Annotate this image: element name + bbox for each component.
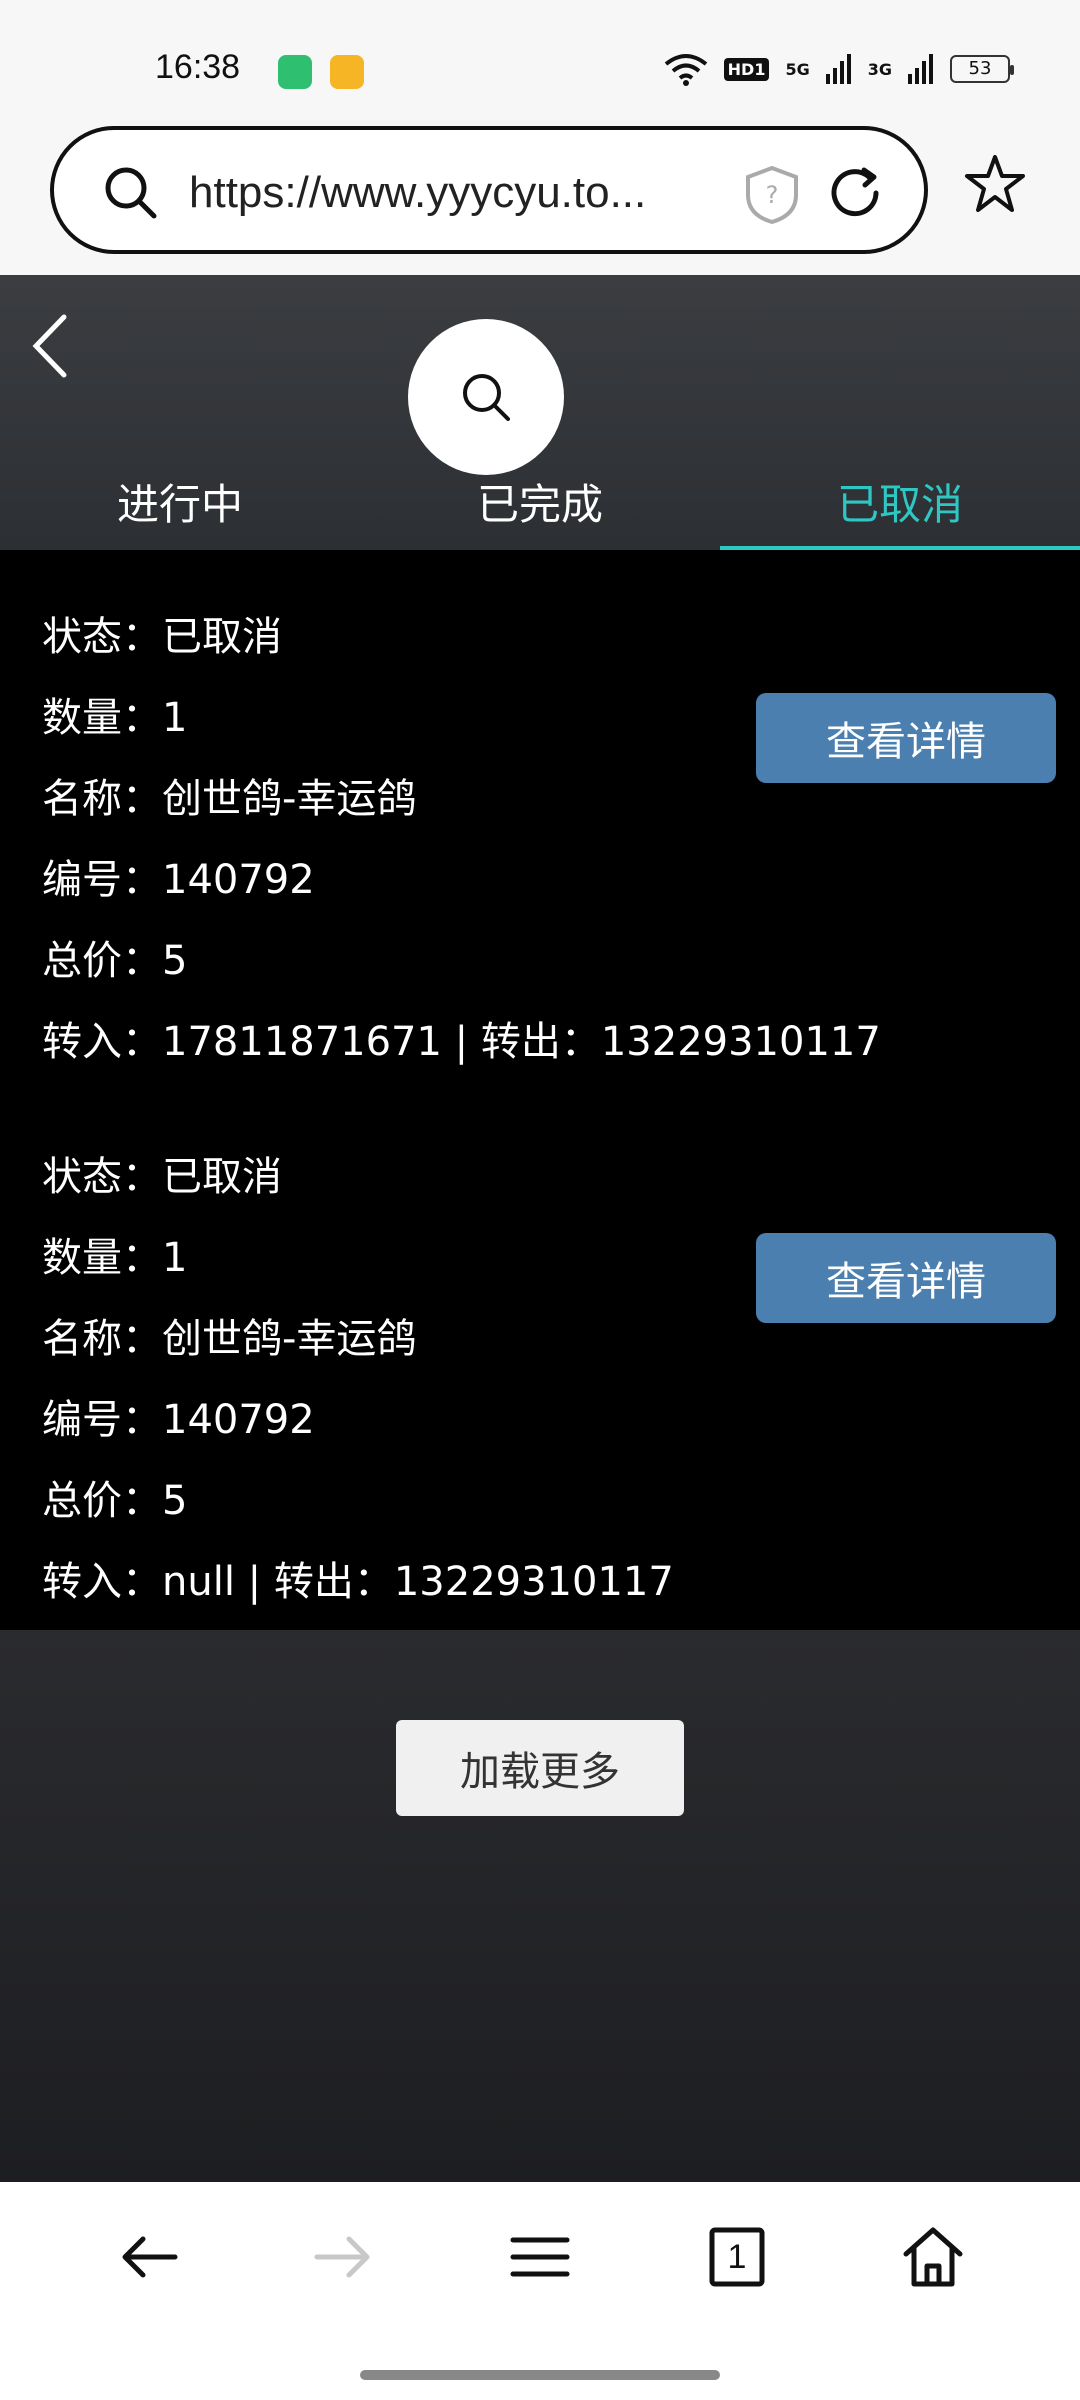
hd-badge: HD1 <box>723 57 770 81</box>
id-row: 编号：140792 <box>42 1397 315 1443</box>
view-details-button[interactable]: 查看详情 <box>756 693 1056 783</box>
back-arrow-icon[interactable] <box>115 2222 185 2292</box>
quantity-value: 1 <box>162 695 188 741</box>
shield-icon[interactable]: ? <box>744 165 800 225</box>
transfer-out-value: 13229310117 <box>600 1019 881 1065</box>
address-bar[interactable]: https://www.yyycyu.to... ? <box>50 126 928 254</box>
order-list: 状态：已取消 数量：1 名称：创世鸽-幸运鸽 编号：140792 总价：5 转入… <box>0 550 1080 1630</box>
id-row: 编号：140792 <box>42 857 315 903</box>
order-tabs: 进行中 已完成 已取消 <box>0 465 1080 550</box>
transfer-row: 转入：null | 转出：13229310117 <box>42 1559 674 1605</box>
search-icon <box>463 374 510 421</box>
svg-text:?: ? <box>766 181 779 209</box>
total-value: 5 <box>162 938 188 984</box>
signal-5g: 5G <box>785 59 810 79</box>
phone-app-icon <box>278 55 312 89</box>
status-value: 已取消 <box>162 1154 282 1200</box>
status-row: 状态：已取消 <box>42 1154 282 1200</box>
name-value: 创世鸽-幸运鸽 <box>162 1316 417 1362</box>
search-button[interactable] <box>408 319 564 475</box>
forward-arrow-icon[interactable] <box>307 2222 377 2292</box>
total-value: 5 <box>162 1478 188 1524</box>
browser-toolbar: https://www.yyycyu.to... ? <box>0 112 1080 275</box>
id-value: 140792 <box>162 1397 315 1443</box>
order-card: 状态：已取消 数量：1 名称：创世鸽-幸运鸽 编号：140792 总价：5 转入… <box>0 1090 1080 1630</box>
view-details-button[interactable]: 查看详情 <box>756 1233 1056 1323</box>
status-bar: 16:38 HD1 5G 3G 53 <box>0 0 1080 112</box>
signal-bars-icon <box>825 54 851 84</box>
quantity-row: 数量：1 <box>42 1235 188 1281</box>
bookmark-star-icon[interactable] <box>963 152 1027 216</box>
tab-cancelled[interactable]: 已取消 <box>720 465 1080 550</box>
transfer-out-value: 13229310117 <box>393 1559 674 1605</box>
search-icon <box>105 167 157 219</box>
order-card: 状态：已取消 数量：1 名称：创世鸽-幸运鸽 编号：140792 总价：5 转入… <box>0 550 1080 1090</box>
quantity-row: 数量：1 <box>42 695 188 741</box>
load-more-section: 加载更多 <box>0 1630 1080 2182</box>
transfer-row: 转入：17811871671 | 转出：13229310117 <box>42 1019 881 1065</box>
status-row: 状态：已取消 <box>42 614 282 660</box>
transfer-in-value: 17811871671 <box>162 1019 442 1065</box>
name-row: 名称：创世鸽-幸运鸽 <box>42 1316 417 1362</box>
total-row: 总价：5 <box>42 1478 188 1524</box>
battery-indicator: 53 <box>950 55 1014 83</box>
tab-completed[interactable]: 已完成 <box>360 465 720 550</box>
signal-bars-icon <box>908 54 933 84</box>
back-chevron-icon[interactable] <box>30 313 70 379</box>
name-value: 创世鸽-幸运鸽 <box>162 776 417 822</box>
transfer-in-value: null <box>162 1559 235 1605</box>
home-icon[interactable] <box>898 2222 968 2292</box>
page-header: 进行中 已完成 已取消 <box>0 275 1080 550</box>
url-text[interactable]: https://www.yyycyu.to... <box>189 168 709 218</box>
signal-3g: 3G <box>867 59 892 79</box>
browser-bottom-nav: 1 <box>0 2182 1080 2400</box>
status-value: 已取消 <box>162 614 282 660</box>
id-value: 140792 <box>162 857 315 903</box>
name-row: 名称：创世鸽-幸运鸽 <box>42 776 417 822</box>
gesture-bar[interactable] <box>360 2370 720 2380</box>
reload-icon[interactable] <box>824 162 886 224</box>
tab-count: 1 <box>727 2237 747 2276</box>
wifi-icon <box>664 54 707 86</box>
tab-in-progress[interactable]: 进行中 <box>0 465 360 550</box>
status-time: 16:38 <box>155 48 241 86</box>
weibo-app-icon <box>330 55 364 89</box>
total-row: 总价：5 <box>42 938 188 984</box>
menu-icon[interactable] <box>505 2222 575 2292</box>
status-indicators: HD1 5G 3G 53 <box>664 52 1014 86</box>
tabs-button[interactable]: 1 <box>702 2222 772 2292</box>
load-more-button[interactable]: 加载更多 <box>396 1720 684 1816</box>
quantity-value: 1 <box>162 1235 188 1281</box>
